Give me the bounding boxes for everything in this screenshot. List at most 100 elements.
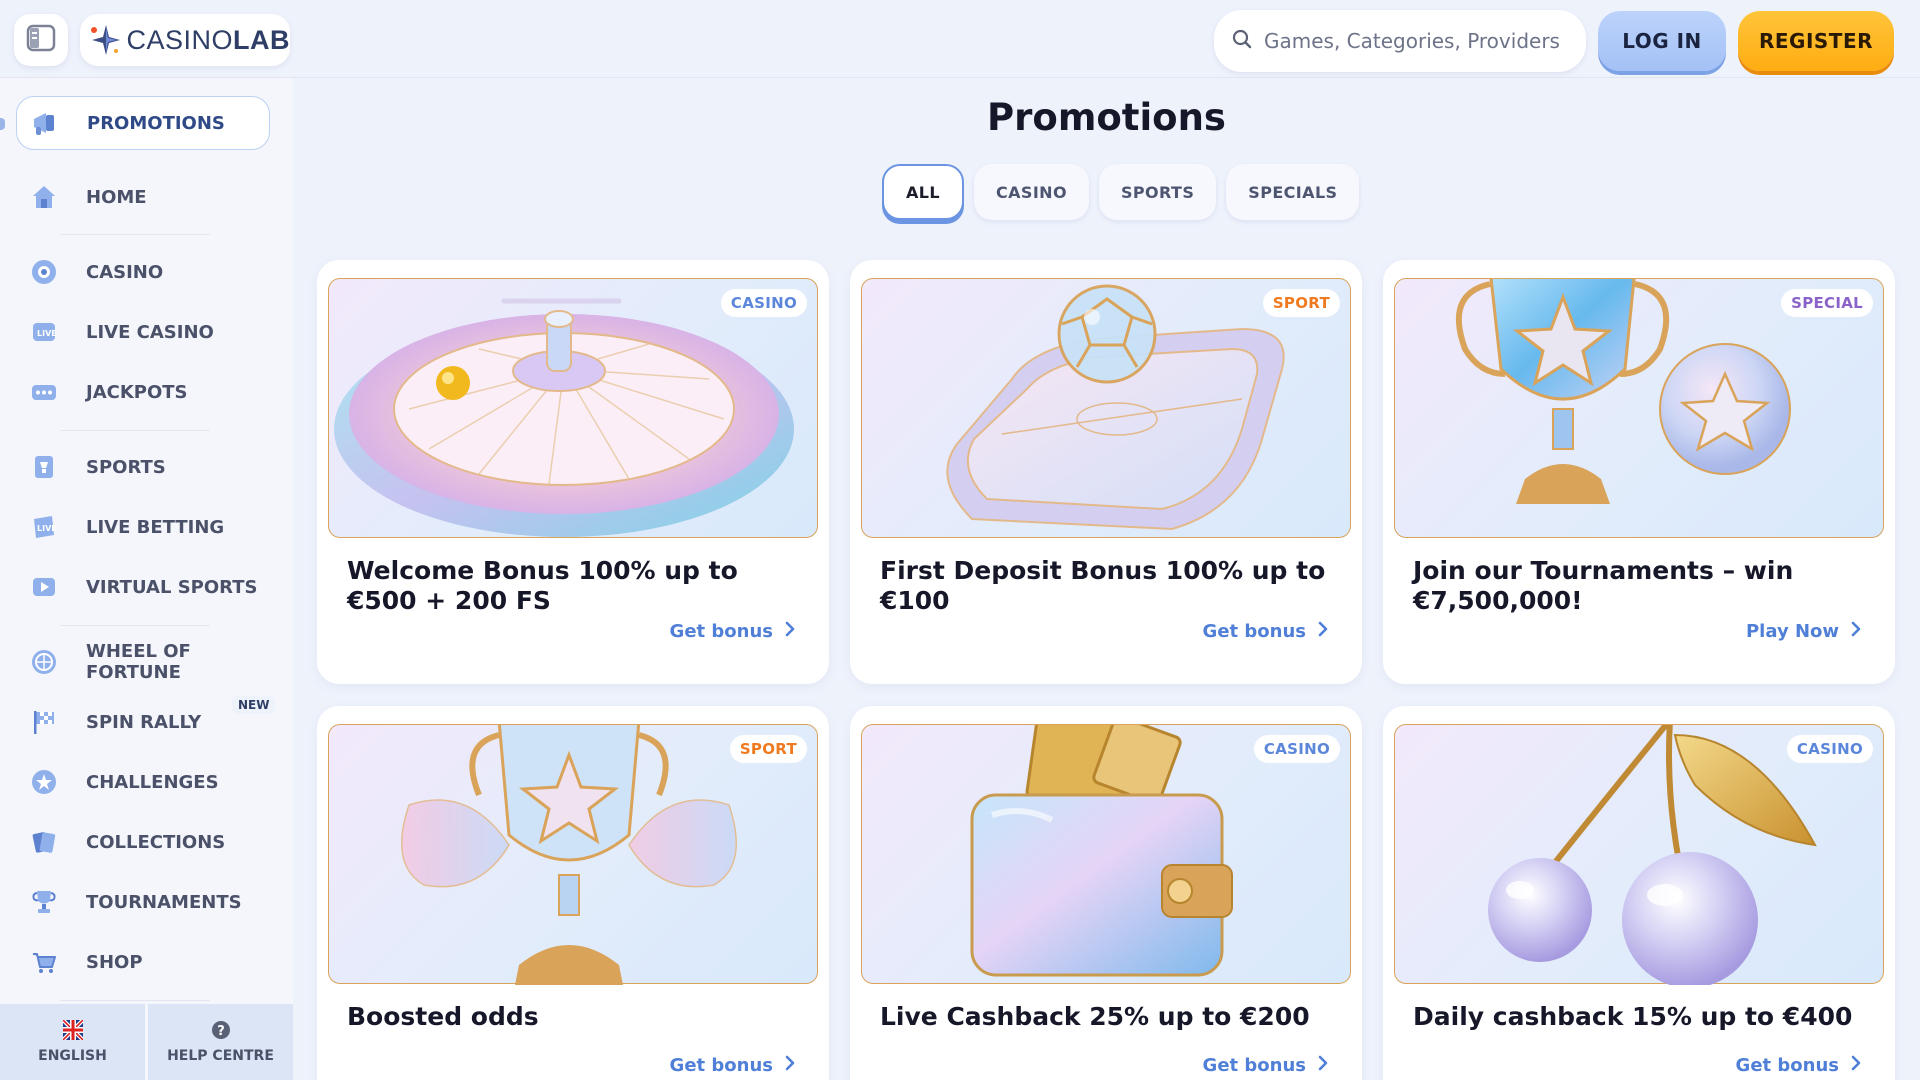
sidebar-divider [60, 234, 210, 235]
promo-card[interactable]: CASINO Live Cashback 25% up to €200 Get … [850, 706, 1362, 1080]
roulette-wheel-icon [334, 298, 794, 537]
wallet-icon [970, 725, 1233, 977]
sidebar-item-virtual-sports[interactable]: VIRTUAL SPORTS [16, 561, 270, 613]
wheel-icon [30, 648, 58, 676]
football-field-icon [946, 284, 1285, 531]
svg-text:LIVE: LIVE [37, 329, 57, 338]
tab-casino[interactable]: CASINO [973, 164, 1089, 220]
sidebar-item-shop[interactable]: SHOP [16, 936, 270, 988]
uk-flag-icon [61, 1018, 84, 1044]
cherries-icon [1488, 725, 1817, 985]
promo-title: Daily cashback 15% up to €400 [1413, 1002, 1853, 1031]
get-bonus-link[interactable]: Get bonus [1736, 1055, 1861, 1076]
sidebar-item-jackpots[interactable]: JACKPOTS [16, 366, 270, 418]
cta-label: Get bonus [1202, 1055, 1306, 1076]
challenge-icon [30, 768, 58, 796]
sidebar-toggle-icon [26, 24, 56, 56]
cards-icon [30, 828, 58, 856]
category-tag: CASINO [1253, 735, 1340, 763]
promo-card[interactable]: SPORT Boosted odds Get bonus [317, 706, 829, 1080]
flag-icon [30, 708, 58, 736]
promo-image-boosted-odds: SPORT [328, 724, 818, 985]
star-logo-icon [84, 17, 124, 63]
svg-text:LIVE: LIVE [37, 524, 57, 533]
promo-title: First Deposit Bonus 100% up to €100 [880, 556, 1326, 615]
play-now-link[interactable]: Play Now [1746, 621, 1861, 642]
tab-sports[interactable]: SPORTS [1098, 164, 1217, 220]
sidebar-item-label: SPIN RALLY [86, 711, 202, 733]
category-tag: SPORT [1262, 289, 1340, 317]
promo-card[interactable]: SPORT First Deposit Bonus 100% up to €10… [850, 260, 1362, 684]
promo-image-tournament: SPECIAL [1394, 278, 1884, 538]
sidebar-item-label: LIVE BETTING [86, 516, 225, 538]
sidebar-divider [60, 1000, 210, 1001]
top-header: CASINOLAB LOG IN REGISTER [0, 0, 1920, 78]
sidebar-item-collections[interactable]: COLLECTIONS [16, 816, 270, 868]
cta-label: Get bonus [669, 1055, 773, 1076]
sidebar-item-sports[interactable]: SPORTS [16, 441, 270, 493]
get-bonus-link[interactable]: Get bonus [670, 1055, 795, 1076]
trophy-ball-icon [1455, 279, 1791, 504]
page-title: Promotions [987, 96, 1226, 139]
sidebar-item-live-casino[interactable]: LIVE LIVE CASINO [16, 306, 270, 358]
sidebar-item-label: LIVE CASINO [86, 321, 214, 343]
sidebar-item-live-betting[interactable]: LIVE LIVE BETTING [16, 501, 270, 553]
search-icon [1232, 29, 1252, 53]
promo-image-roulette: CASINO [328, 278, 818, 538]
promo-card[interactable]: SPECIAL Join our Tournaments – win €7,50… [1383, 260, 1895, 684]
sidebar-item-challenges[interactable]: CHALLENGES [16, 756, 270, 808]
get-bonus-link[interactable]: Get bonus [670, 621, 795, 642]
promo-filter-tabs: ALL CASINO SPORTS SPECIALS [882, 164, 1360, 220]
chevron-right-icon [1851, 621, 1861, 642]
home-icon [30, 183, 58, 211]
login-button[interactable]: LOG IN [1598, 11, 1726, 71]
jackpot-icon [30, 378, 58, 406]
tab-specials[interactable]: SPECIALS [1226, 164, 1360, 220]
sports-icon [30, 453, 58, 481]
new-badge: NEW [232, 696, 276, 714]
sidebar-item-label: CASINO [86, 261, 164, 283]
sidebar-item-casino[interactable]: CASINO [16, 246, 270, 298]
language-button[interactable]: ENGLISH [0, 1004, 145, 1080]
sidebar-divider [60, 430, 210, 431]
promo-title: Welcome Bonus 100% up to €500 + 200 FS [347, 556, 738, 615]
help-centre-label: HELP CENTRE [167, 1048, 274, 1064]
get-bonus-link[interactable]: Get bonus [1203, 621, 1328, 642]
cta-label: Get bonus [1735, 1055, 1839, 1076]
live-betting-icon: LIVE [30, 513, 58, 541]
sidebar-item-tournaments[interactable]: TOURNAMENTS [16, 876, 270, 928]
help-icon: ? [211, 1020, 231, 1044]
casinolab-logo[interactable]: CASINOLAB [80, 14, 290, 66]
tab-all[interactable]: ALL [882, 164, 964, 220]
sidebar-item-label: HOME [86, 186, 147, 208]
language-label: ENGLISH [38, 1048, 107, 1064]
sidebar-item-home[interactable]: HOME [16, 171, 270, 223]
live-casino-icon: LIVE [30, 318, 58, 346]
promo-card[interactable]: CASINO Daily cashback 15% up to €400 Get… [1383, 706, 1895, 1080]
chevron-right-icon [1318, 1055, 1328, 1076]
sidebar-item-label: SPORTS [86, 456, 166, 478]
category-tag: CASINO [720, 289, 807, 317]
chevron-right-icon [1851, 1055, 1861, 1076]
help-centre-button[interactable]: ? HELP CENTRE [145, 1004, 293, 1080]
sidebar-item-label: WHEEL OF FORTUNE [86, 641, 191, 683]
winged-trophy-icon [401, 725, 737, 985]
promo-card[interactable]: CASINO Welcome Bonus 100% up to €500 + 2… [317, 260, 829, 684]
svg-text:?: ? [217, 1024, 225, 1039]
search-box[interactable] [1214, 10, 1586, 72]
sidebar-divider [60, 625, 210, 626]
sidebar: PROMOTIONS HOME CASINO LIVE LIVE CASINO … [0, 78, 293, 1080]
search-input[interactable] [1264, 29, 1574, 53]
category-tag: SPECIAL [1781, 289, 1873, 317]
sidebar-toggle-button[interactable] [14, 14, 68, 66]
chevron-right-icon [785, 1055, 795, 1076]
get-bonus-link[interactable]: Get bonus [1203, 1055, 1328, 1076]
sidebar-item-promotions[interactable]: PROMOTIONS [16, 96, 270, 150]
sidebar-item-label: SHOP [86, 951, 143, 973]
cta-label: Play Now [1745, 621, 1839, 642]
promo-title: Boosted odds [347, 1002, 539, 1031]
sidebar-item-wheel-of-fortune[interactable]: WHEEL OF FORTUNE [16, 636, 270, 688]
active-indicator [0, 118, 5, 130]
register-button[interactable]: REGISTER [1738, 11, 1894, 71]
chevron-right-icon [785, 621, 795, 642]
